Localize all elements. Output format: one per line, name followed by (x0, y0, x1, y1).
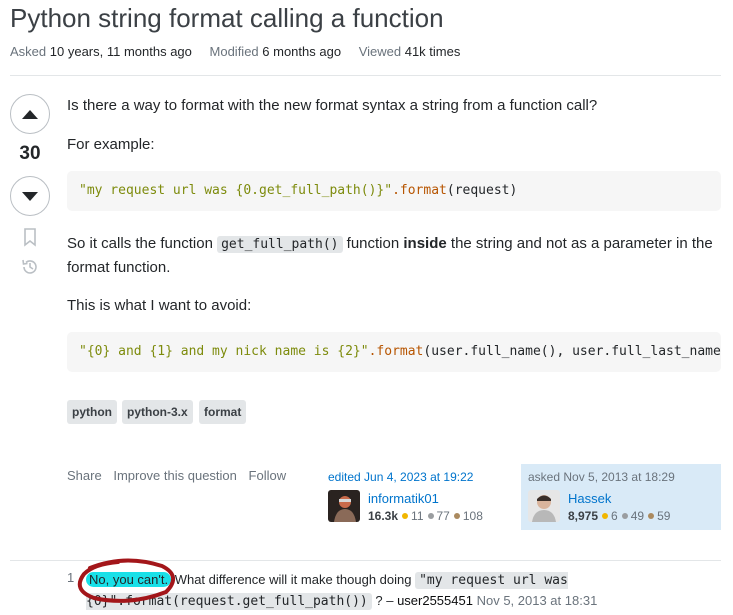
avatar[interactable] (328, 490, 360, 522)
editor-card: edited Jun 4, 2023 at 19:22 informatik01… (321, 464, 521, 530)
silver-badge-count: 49 (630, 509, 645, 523)
comment-text: ? – (371, 593, 398, 608)
bronze-badge-count: 59 (657, 509, 671, 523)
edited-time[interactable]: edited Jun 4, 2023 at 19:22 (328, 470, 514, 484)
post-actions: Share Improve this question Follow (67, 468, 294, 483)
code-block[interactable]: "{0} and {1} and my nick name is {2}".fo… (67, 332, 721, 372)
gold-badge-icon (602, 513, 609, 520)
comment-author[interactable]: user2555451 (397, 593, 473, 608)
modified-value[interactable]: 6 months ago (262, 44, 341, 59)
asker-reputation: 8,975 6 49 59 (568, 509, 670, 523)
comment-score: 1 (67, 570, 75, 585)
asked-time: asked Nov 5, 2013 at 18:29 (528, 470, 675, 484)
code-function: .format (368, 344, 424, 359)
paragraph-text: function (342, 235, 404, 252)
tag-format[interactable]: format (199, 400, 247, 424)
comment-date[interactable]: Nov 5, 2013 at 18:31 (477, 593, 598, 608)
bronze-badge-count: 108 (462, 509, 483, 523)
code-string: "my request url was {0.get_full_path()}" (79, 183, 393, 198)
header-divider (10, 75, 721, 76)
gold-badge-count: 6 (611, 509, 618, 523)
page-title[interactable]: Python string format calling a function (10, 0, 444, 36)
asker-username[interactable]: Hassek (568, 491, 611, 506)
viewed-value: 41k times (404, 44, 461, 59)
inline-code: get_full_path() (217, 236, 343, 253)
reputation-score: 16.3k (368, 509, 399, 523)
editor-reputation: 16.3k 11 77 108 (368, 509, 483, 523)
share-link[interactable]: Share (67, 468, 102, 483)
silver-badge-icon (427, 513, 434, 520)
asked-value: 10 years, 11 months ago (49, 44, 192, 59)
arrow-down-icon (22, 191, 38, 201)
asker-card: asked Nov 5, 2013 at 18:29 Hassek 8,975 6… (521, 464, 721, 530)
comment-text: What difference will it make though doin… (171, 572, 416, 587)
question-paragraph: For example: (67, 136, 155, 153)
improve-question-link[interactable]: Improve this question (113, 468, 237, 483)
reputation-score: 8,975 (568, 509, 599, 523)
downvote-button[interactable] (10, 176, 50, 216)
silver-badge-count: 77 (436, 509, 450, 523)
question-paragraph: This is what I want to avoid: (67, 297, 252, 314)
silver-badge-icon (621, 513, 628, 520)
highlighted-text: No, you can't. (86, 572, 172, 587)
code-function: .format (392, 183, 447, 198)
tag-python-3x[interactable]: python-3.x (122, 400, 193, 424)
code-args: (request) (446, 183, 518, 198)
bronze-badge-icon (648, 513, 655, 520)
bookmark-icon[interactable] (20, 227, 40, 247)
asked-label: Asked (10, 44, 47, 59)
comments-divider (10, 560, 721, 561)
history-icon[interactable] (20, 257, 40, 277)
gold-badge-icon (402, 513, 409, 520)
code-args: (user.full_name(), user.full_last_name()… (423, 344, 721, 359)
editor-username[interactable]: informatik01 (368, 491, 439, 506)
paragraph-text: So it calls the function (67, 235, 218, 252)
follow-button[interactable]: Follow (249, 468, 287, 483)
modified-label: Modified (209, 44, 259, 59)
arrow-up-icon (22, 109, 38, 119)
question-paragraph: Is there a way to format with the new fo… (67, 97, 598, 114)
tag-python[interactable]: python (67, 400, 117, 424)
comment: No, you can't. What difference will it m… (86, 570, 721, 612)
code-block: "my request url was {0.get_full_path()}"… (67, 171, 721, 211)
vote-score: 30 (19, 143, 41, 164)
avatar[interactable] (528, 490, 560, 522)
viewed-label: Viewed (358, 44, 402, 59)
gold-badge-count: 11 (411, 509, 424, 523)
upvote-button[interactable] (10, 94, 50, 134)
bronze-badge-icon (453, 513, 460, 520)
code-string: "{0} and {1} and my nick name is {2}" (79, 344, 369, 359)
bold-text: inside (403, 235, 447, 252)
question-meta: Asked 10 years, 11 months ago Modified 6… (10, 44, 474, 59)
question-paragraph: So it calls the function get_full_path()… (67, 232, 721, 279)
